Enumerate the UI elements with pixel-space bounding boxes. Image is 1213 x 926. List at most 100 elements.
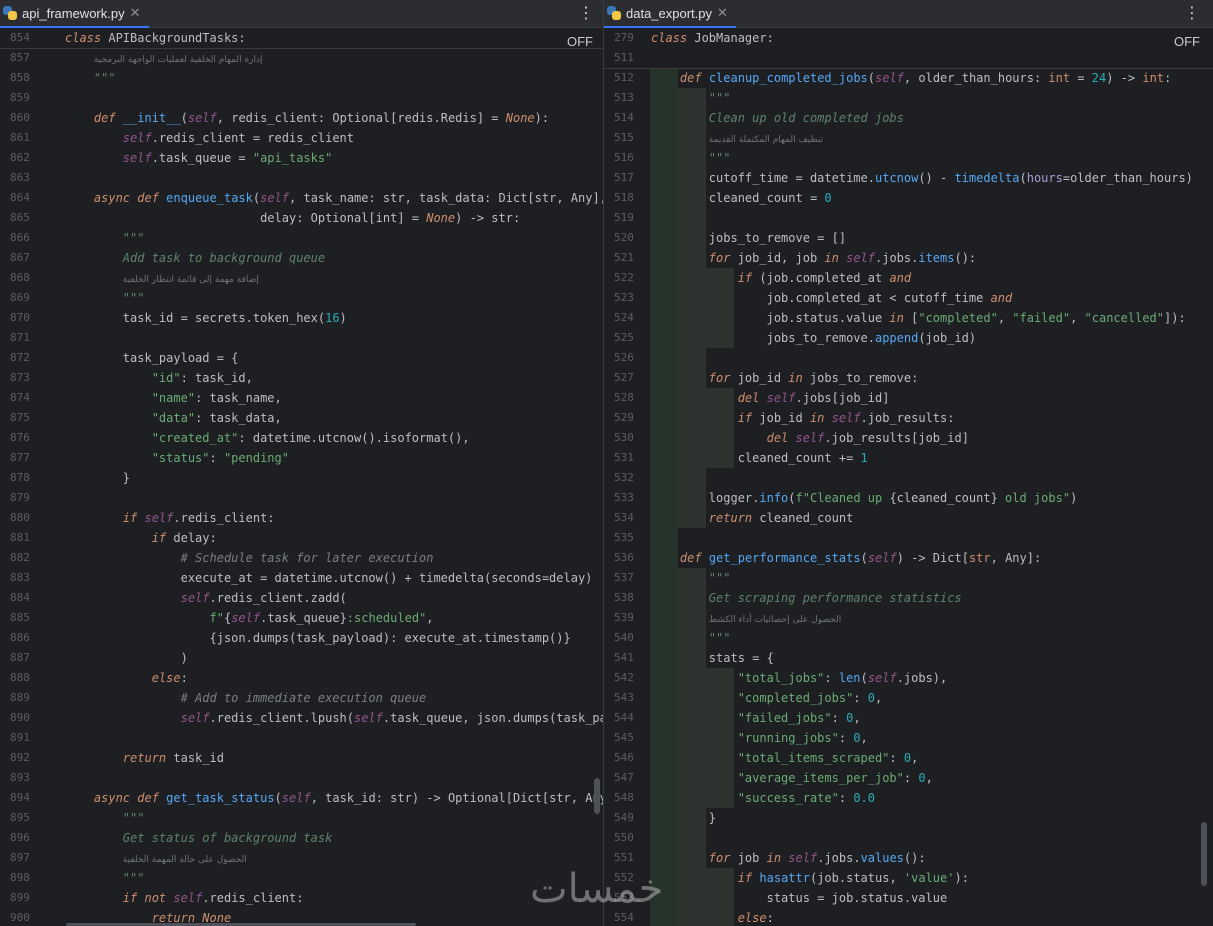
code-line[interactable]: """: [65, 68, 116, 88]
tab-label: data_export.py: [626, 5, 713, 21]
code-line[interactable]: """: [651, 628, 731, 648]
vertical-scrollbar[interactable]: [1201, 822, 1207, 886]
code-line[interactable]: f"{self.task_queue}:scheduled",: [65, 608, 434, 628]
code-line[interactable]: "average_items_per_job": 0,: [651, 768, 933, 788]
code-line[interactable]: الحصول على إحصائيات أداء الكشط: [651, 608, 841, 630]
code-line[interactable]: "status": "pending": [65, 448, 289, 468]
code-line[interactable]: del self.job_results[job_id]: [651, 428, 969, 448]
sticky-scope-header[interactable]: 279 class JobManager: 511: [604, 28, 1213, 69]
vertical-scrollbar[interactable]: [594, 778, 600, 814]
code-line[interactable]: """: [651, 568, 731, 588]
code-line[interactable]: del self.jobs[job_id]: [651, 388, 890, 408]
code-line[interactable]: "completed_jobs": 0,: [651, 688, 883, 708]
code-line[interactable]: return task_id: [65, 748, 224, 768]
code-line[interactable]: "name": task_name,: [65, 388, 282, 408]
line-number: 876: [10, 431, 30, 444]
code-line[interactable]: logger.info(f"Cleaned up {cleaned_count}…: [651, 488, 1078, 508]
code-line[interactable]: """: [65, 288, 145, 308]
code-line[interactable]: ): [65, 648, 188, 668]
code-line[interactable]: task_id = secrets.token_hex(16): [65, 308, 347, 328]
code-line[interactable]: self.task_queue = "api_tasks": [65, 148, 333, 168]
code-line[interactable]: """: [651, 148, 731, 168]
code-line[interactable]: for job_id in jobs_to_remove:: [651, 368, 919, 388]
inlay-toggle-off[interactable]: OFF: [567, 34, 593, 49]
code-line[interactable]: self.redis_client = redis_client: [65, 128, 354, 148]
line-number: 535: [614, 531, 634, 544]
code-line[interactable]: else:: [651, 908, 774, 926]
close-icon[interactable]: ✕: [717, 5, 728, 21]
code-line[interactable]: if not self.redis_client:: [65, 888, 304, 908]
code-line[interactable]: for job in self.jobs.values():: [651, 848, 926, 868]
code-line[interactable]: "failed_jobs": 0,: [651, 708, 861, 728]
code-line[interactable]: "running_jobs": 0,: [651, 728, 868, 748]
code-line[interactable]: Get status of background task: [65, 828, 333, 848]
code-line[interactable]: async def enqueue_task(self, task_name: …: [65, 188, 603, 208]
code-line[interactable]: Clean up old completed jobs: [651, 108, 904, 128]
sticky-scope-header[interactable]: 854 class APIBackgroundTasks:: [0, 28, 603, 49]
code-line[interactable]: "data": task_data,: [65, 408, 282, 428]
code-line[interactable]: إدارة المهام الخلفية لعمليات الواجهة الب…: [65, 48, 263, 70]
code-line[interactable]: task_payload = {: [65, 348, 239, 368]
code-line[interactable]: "success_rate": 0.0: [651, 788, 875, 808]
line-number: 858: [10, 71, 30, 84]
code-line[interactable]: def cleanup_completed_jobs(self, older_t…: [651, 68, 1171, 88]
line-number: 897: [10, 851, 30, 864]
sticky-line-number: 279: [614, 31, 634, 44]
line-number: 891: [10, 731, 30, 744]
code-line[interactable]: execute_at = datetime.utcnow() + timedel…: [65, 568, 593, 588]
code-line[interactable]: # Schedule task for later execution: [65, 548, 434, 568]
code-line[interactable]: """: [651, 88, 731, 108]
close-icon[interactable]: ✕: [130, 5, 141, 21]
code-line[interactable]: """: [65, 808, 145, 828]
code-line[interactable]: "created_at": datetime.utcnow().isoforma…: [65, 428, 470, 448]
code-line[interactable]: def get_performance_stats(self) -> Dict[…: [651, 548, 1041, 568]
code-line[interactable]: if self.redis_client:: [65, 508, 275, 528]
code-line[interactable]: cleaned_count += 1: [651, 448, 868, 468]
code-line[interactable]: status = job.status.value: [651, 888, 948, 908]
line-number: 868: [10, 271, 30, 284]
code-line[interactable]: delay: Optional[int] = None) -> str:: [65, 208, 520, 228]
code-line[interactable]: self.redis_client.zadd(: [65, 588, 347, 608]
code-line[interactable]: async def get_task_status(self, task_id:…: [65, 788, 603, 808]
more-options-icon[interactable]: ⋮: [1184, 3, 1200, 22]
tab-data-export[interactable]: data_export.py ✕: [604, 0, 736, 28]
code-line[interactable]: Add task to background queue: [65, 248, 325, 268]
inlay-toggle-off[interactable]: OFF: [1174, 34, 1200, 49]
code-line[interactable]: cleaned_count = 0: [651, 188, 832, 208]
code-line[interactable]: for job_id, job in self.jobs.items():: [651, 248, 976, 268]
code-line[interactable]: jobs_to_remove.append(job_id): [651, 328, 977, 348]
more-options-icon[interactable]: ⋮: [578, 3, 594, 22]
sticky-line-number: 854: [10, 31, 30, 44]
code-line[interactable]: def __init__(self, redis_client: Optiona…: [65, 108, 549, 128]
code-line[interactable]: "total_items_scraped": 0,: [651, 748, 919, 768]
code-line[interactable]: {json.dumps(task_payload): execute_at.ti…: [65, 628, 570, 648]
code-line[interactable]: Get scraping performance statistics: [651, 588, 962, 608]
code-line[interactable]: }: [65, 468, 130, 488]
code-line[interactable]: """: [65, 868, 145, 888]
code-line[interactable]: # Add to immediate execution queue: [65, 688, 427, 708]
code-line[interactable]: if delay:: [65, 528, 217, 548]
line-number: 861: [10, 131, 30, 144]
code-line[interactable]: cutoff_time = datetime.utcnow() - timede…: [651, 168, 1193, 188]
code-line[interactable]: stats = {: [651, 648, 774, 668]
code-line[interactable]: if (job.completed_at and: [651, 268, 911, 288]
code-line[interactable]: job.status.value in ["completed", "faile…: [651, 308, 1186, 328]
tab-api-framework[interactable]: api_framework.py ✕: [0, 0, 149, 28]
code-line[interactable]: الحصول على حالة المهمة الخلفية: [65, 848, 247, 870]
code-line[interactable]: إضافة مهمة إلى قائمة انتظار الخلفية: [65, 268, 259, 290]
code-line[interactable]: """: [65, 228, 145, 248]
code-line[interactable]: return cleaned_count: [651, 508, 854, 528]
code-line[interactable]: if job_id in self.job_results:: [651, 408, 955, 428]
code-line[interactable]: self.redis_client.lpush(self.task_queue,…: [65, 708, 603, 728]
code-line[interactable]: "total_jobs": len(self.jobs),: [651, 668, 948, 688]
code-line[interactable]: if hasattr(job.status, 'value'):: [651, 868, 969, 888]
code-line[interactable]: job.completed_at < cutoff_time and: [651, 288, 1013, 308]
line-number: 885: [10, 611, 30, 624]
line-number: 857: [10, 51, 30, 64]
code-line[interactable]: تنظيف المهام المكتملة القديمة: [651, 128, 823, 150]
code-line[interactable]: "id": task_id,: [65, 368, 253, 388]
code-line[interactable]: }: [651, 808, 716, 828]
code-line[interactable]: jobs_to_remove = []: [651, 228, 846, 248]
sticky-keyword: class: [65, 31, 102, 45]
code-line[interactable]: else:: [65, 668, 188, 688]
